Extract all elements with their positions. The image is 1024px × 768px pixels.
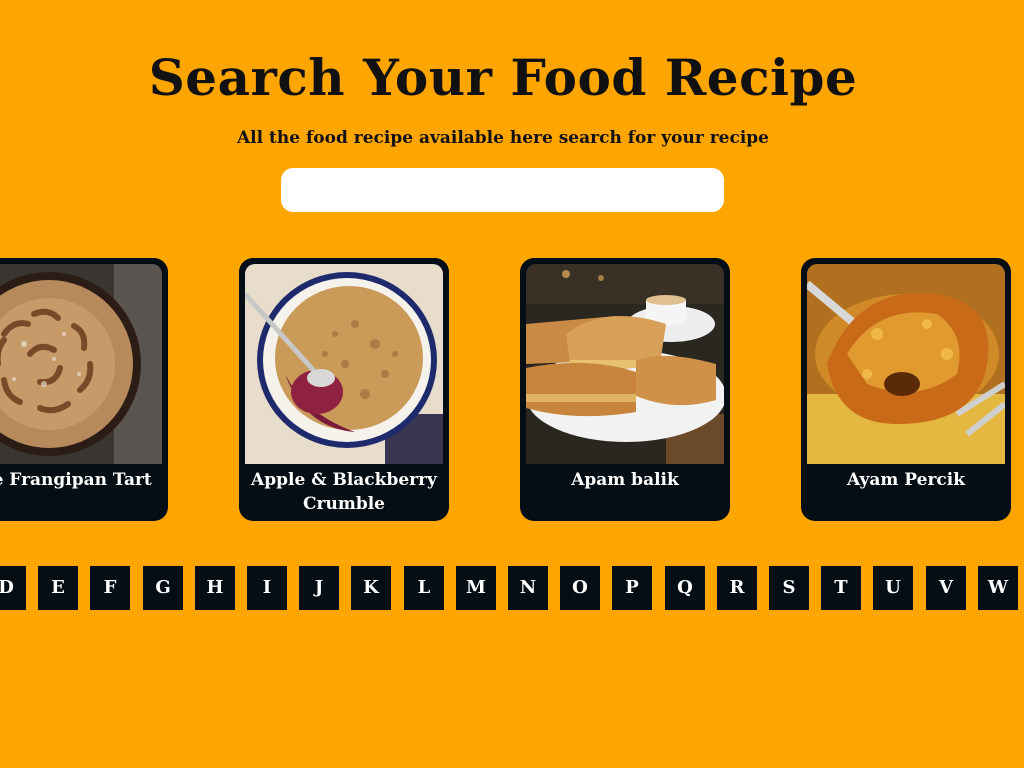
recipe-card[interactable]: ple Frangipan Tart: [0, 258, 168, 521]
letter-button-p[interactable]: P: [612, 566, 652, 610]
letter-button-l[interactable]: L: [404, 566, 444, 610]
recipe-name: Ayam Percik: [847, 470, 965, 490]
recipe-image: [807, 264, 1005, 464]
letter-button-i[interactable]: I: [247, 566, 287, 610]
recipe-card[interactable]: Apple & Blackberry Crumble: [239, 258, 449, 521]
recipe-name: Apam balik: [571, 470, 679, 490]
recipe-card-list: ple Frangipan Tart: [0, 258, 1024, 522]
letter-button-j[interactable]: J: [299, 566, 339, 610]
search-input[interactable]: [281, 168, 724, 212]
page-title: Search Your Food Recipe: [148, 48, 858, 107]
recipe-card[interactable]: Apam balik: [520, 258, 730, 521]
recipe-card[interactable]: Ayam Percik: [801, 258, 1011, 521]
letter-button-t[interactable]: T: [821, 566, 861, 610]
recipe-image: [526, 264, 724, 464]
recipe-image: [245, 264, 443, 464]
letter-button-n[interactable]: N: [508, 566, 548, 610]
alphabet-filter: DEFGHIJKLMNOPQRSTUVW: [0, 566, 1024, 610]
letter-button-m[interactable]: M: [456, 566, 496, 610]
page-subtitle: All the food recipe available here searc…: [236, 128, 769, 148]
letter-button-r[interactable]: R: [717, 566, 757, 610]
letter-button-h[interactable]: H: [195, 566, 235, 610]
letter-button-d[interactable]: D: [0, 566, 26, 610]
letter-button-f[interactable]: F: [90, 566, 130, 610]
letter-button-w[interactable]: W: [978, 566, 1018, 610]
letter-button-e[interactable]: E: [38, 566, 78, 610]
recipe-name: Apple & Blackberry Crumble: [251, 470, 437, 514]
letter-button-k[interactable]: K: [351, 566, 391, 610]
letter-button-g[interactable]: G: [143, 566, 183, 610]
letter-button-o[interactable]: O: [560, 566, 600, 610]
letter-button-u[interactable]: U: [873, 566, 913, 610]
recipe-name: ple Frangipan Tart: [0, 470, 152, 490]
recipe-image: [0, 264, 162, 464]
letter-button-v[interactable]: V: [926, 566, 966, 610]
letter-button-q[interactable]: Q: [665, 566, 705, 610]
recipe-search-page: Search Your Food Recipe All the food rec…: [0, 0, 1024, 768]
letter-button-s[interactable]: S: [769, 566, 809, 610]
